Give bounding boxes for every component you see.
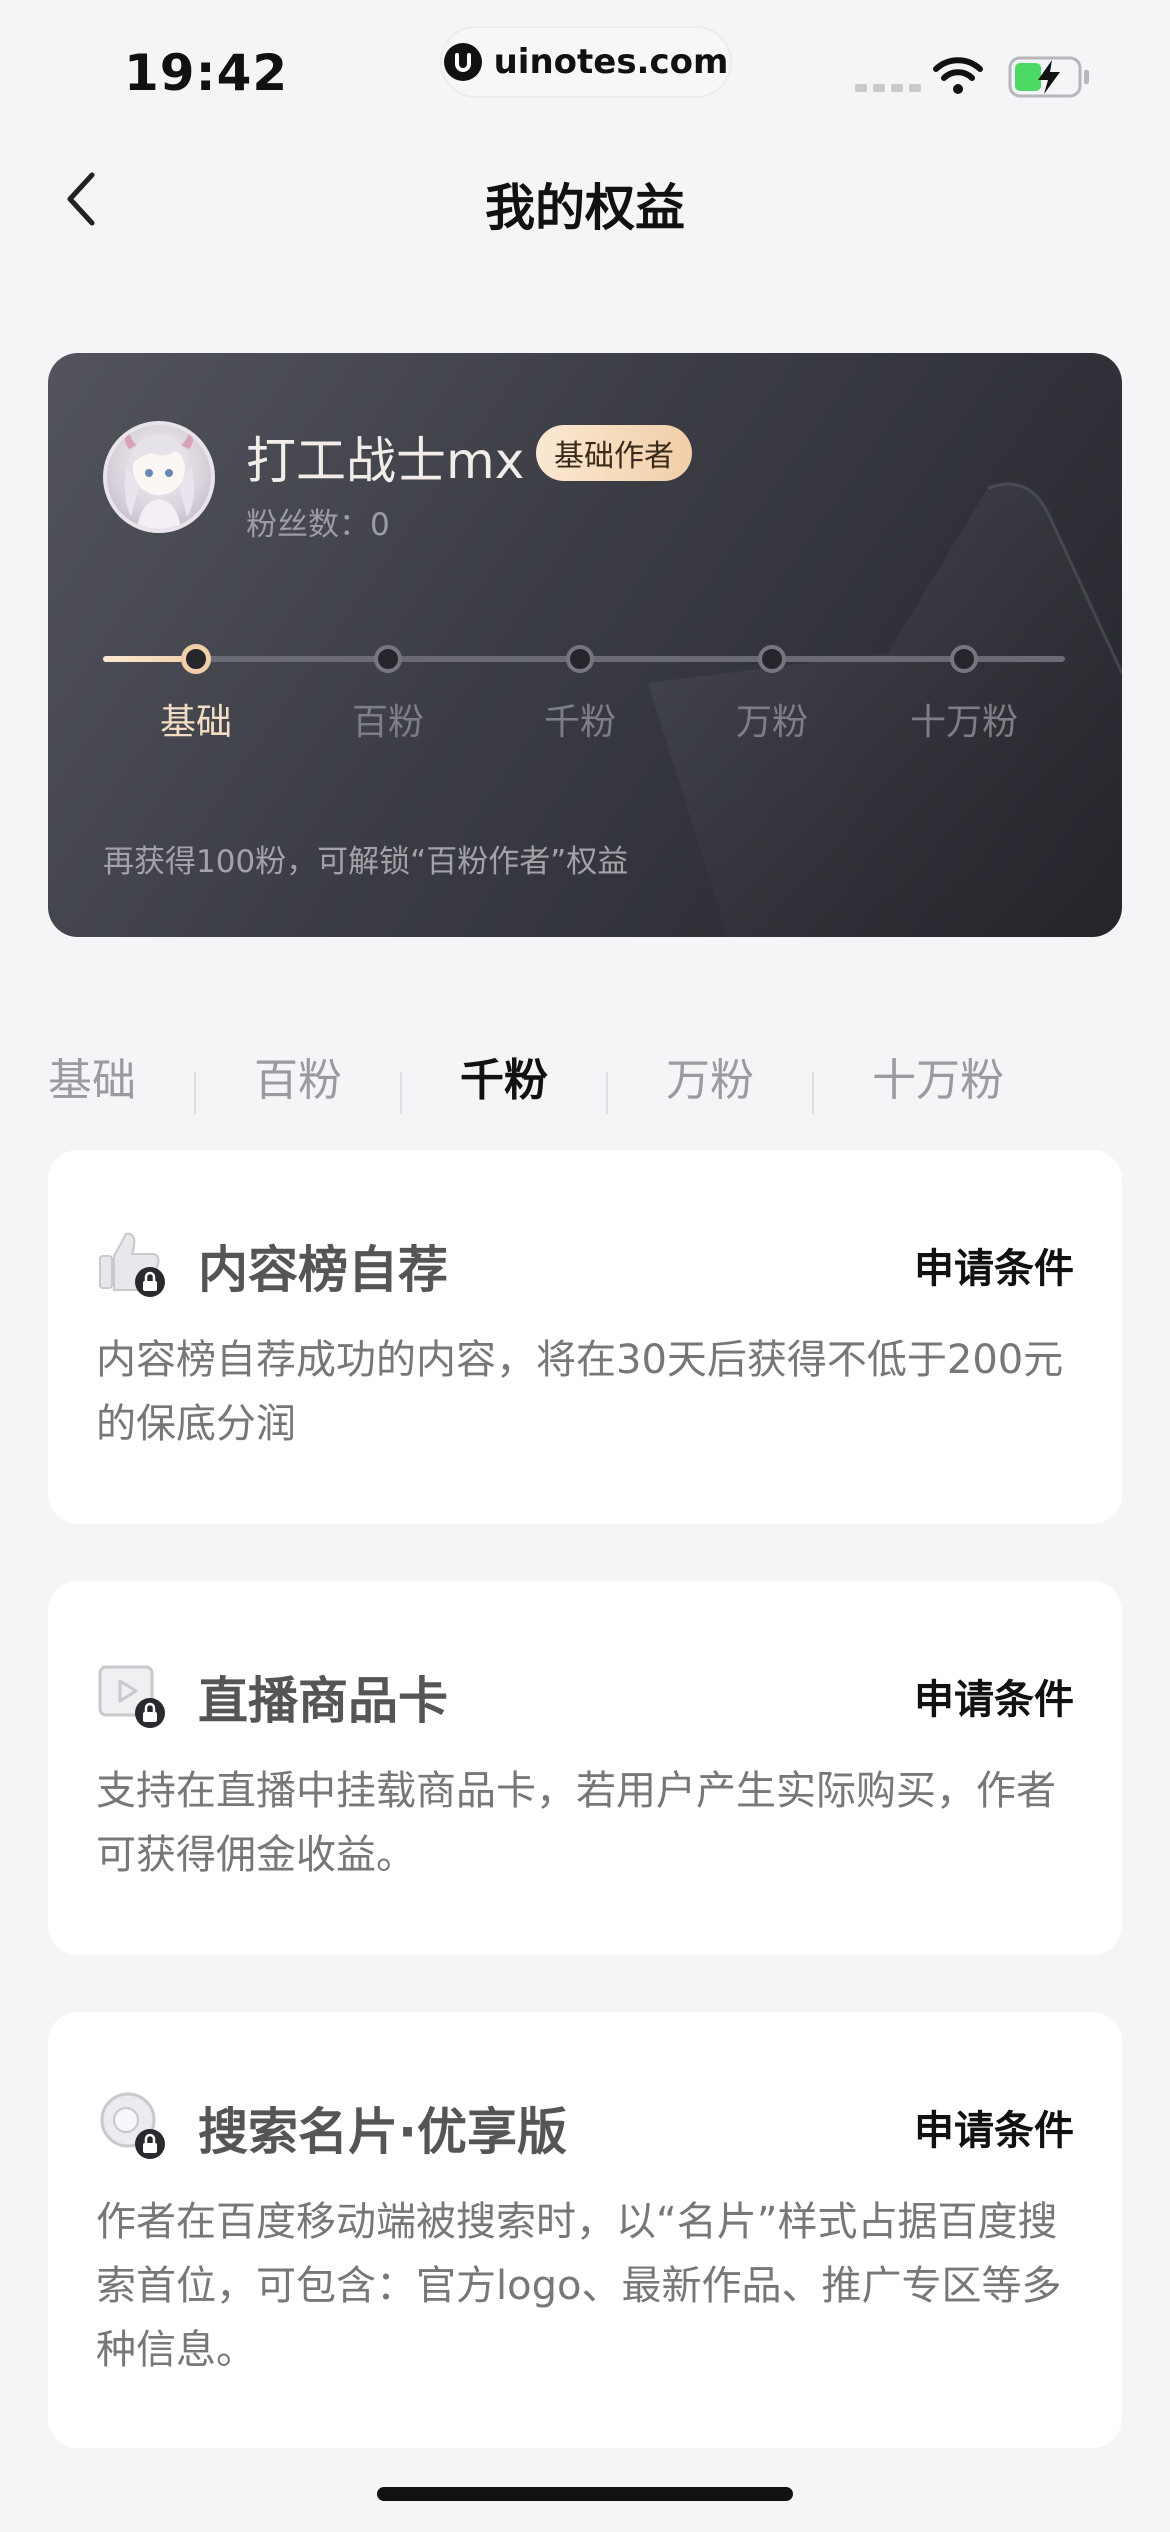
tab-divider <box>606 1072 608 1114</box>
nav-bar: 我的权益 <box>0 140 1170 260</box>
home-indicator <box>377 2487 793 2501</box>
url-text: uinotes.com <box>493 42 729 82</box>
apply-conditions-link[interactable]: 申请条件 <box>914 1236 1074 1294</box>
avatar[interactable] <box>103 421 215 533</box>
tab-divider <box>194 1072 196 1114</box>
level-label: 基础 <box>159 702 232 743</box>
level-dot <box>950 645 978 673</box>
avatar-image <box>124 433 195 529</box>
search-card-lock-icon <box>96 2088 168 2160</box>
benefit-card[interactable]: 搜索名片·优享版 申请条件 作者在百度移动端被搜索时，以“名片”样式占据百度搜索… <box>48 2012 1122 2448</box>
status-bar: 19:42 uinotes.com <box>0 0 1170 140</box>
tier-tabs: 基础 百粉 千粉 万粉 十万粉 <box>0 1030 1170 1114</box>
fans-count-row: 粉丝数：0 <box>246 499 390 544</box>
page: 19:42 uinotes.com 我的权益 打工战士mx 基础作者 粉丝数：0… <box>0 0 1170 2532</box>
level-dot <box>758 645 786 673</box>
battery-charging-icon <box>1008 56 1089 98</box>
benefit-description: 内容榜自荐成功的内容，将在30天后获得不低于200元的保底分润 <box>96 1337 1064 1447</box>
level-dot <box>374 645 402 673</box>
tab-tier[interactable]: 百粉 <box>254 1044 342 1108</box>
apply-conditions-link[interactable]: 申请条件 <box>914 2098 1074 2156</box>
level-card: 打工战士mx 基础作者 粉丝数：0 基础 百粉 千粉 万粉 十万粉 再获得100粉，可解… <box>48 353 1122 937</box>
user-name: 打工战士mx <box>246 432 525 490</box>
tab-tier[interactable]: 千粉 <box>460 1044 548 1108</box>
level-dot <box>181 644 211 674</box>
benefit-title: 直播商品卡 <box>198 1672 448 1730</box>
status-time: 19:42 <box>124 44 289 102</box>
thumbs-up-lock-icon <box>96 1226 168 1298</box>
tab-divider <box>400 1072 402 1114</box>
level-label: 百粉 <box>351 702 424 743</box>
wifi-icon <box>933 57 983 94</box>
benefit-description: 作者在百度移动端被搜索时，以“名片”样式占据百度搜索首位，可包含：官方logo、… <box>96 2199 1062 2373</box>
fans-label: 粉丝数： <box>246 507 370 543</box>
unlock-hint: 再获得100粉，可解锁“百粉作者”权益 <box>103 844 629 880</box>
level-label: 千粉 <box>543 702 616 743</box>
page-title: 我的权益 <box>485 179 685 237</box>
benefit-title: 搜索名片·优享版 <box>198 2103 567 2161</box>
level-dot <box>566 645 594 673</box>
role-badge: 基础作者 <box>536 425 692 481</box>
level-label: 万粉 <box>735 702 808 743</box>
benefit-description: 支持在直播中挂载商品卡，若用户产生实际购买，作者可获得佣金收益。 <box>96 1768 1056 1878</box>
site-logo-icon <box>443 43 482 81</box>
live-play-lock-icon <box>96 1657 168 1729</box>
apply-conditions-link[interactable]: 申请条件 <box>914 1667 1074 1725</box>
tab-tier[interactable]: 基础 <box>48 1044 136 1108</box>
tab-tier[interactable]: 万粉 <box>666 1044 754 1108</box>
benefit-title: 内容榜自荐 <box>198 1241 448 1299</box>
tab-tier[interactable]: 十万粉 <box>872 1044 1004 1108</box>
fans-count: 0 <box>370 507 390 543</box>
benefit-card[interactable]: 直播商品卡 申请条件 支持在直播中挂载商品卡，若用户产生实际购买，作者可获得佣金… <box>48 1581 1122 1955</box>
benefit-card[interactable]: 内容榜自荐 申请条件 内容榜自荐成功的内容，将在30天后获得不低于200元的保底… <box>48 1150 1122 1524</box>
level-label: 十万粉 <box>909 702 1018 743</box>
tab-divider <box>812 1072 814 1114</box>
url-pill[interactable]: uinotes.com <box>440 26 732 98</box>
cellular-signal-icon <box>855 84 921 92</box>
